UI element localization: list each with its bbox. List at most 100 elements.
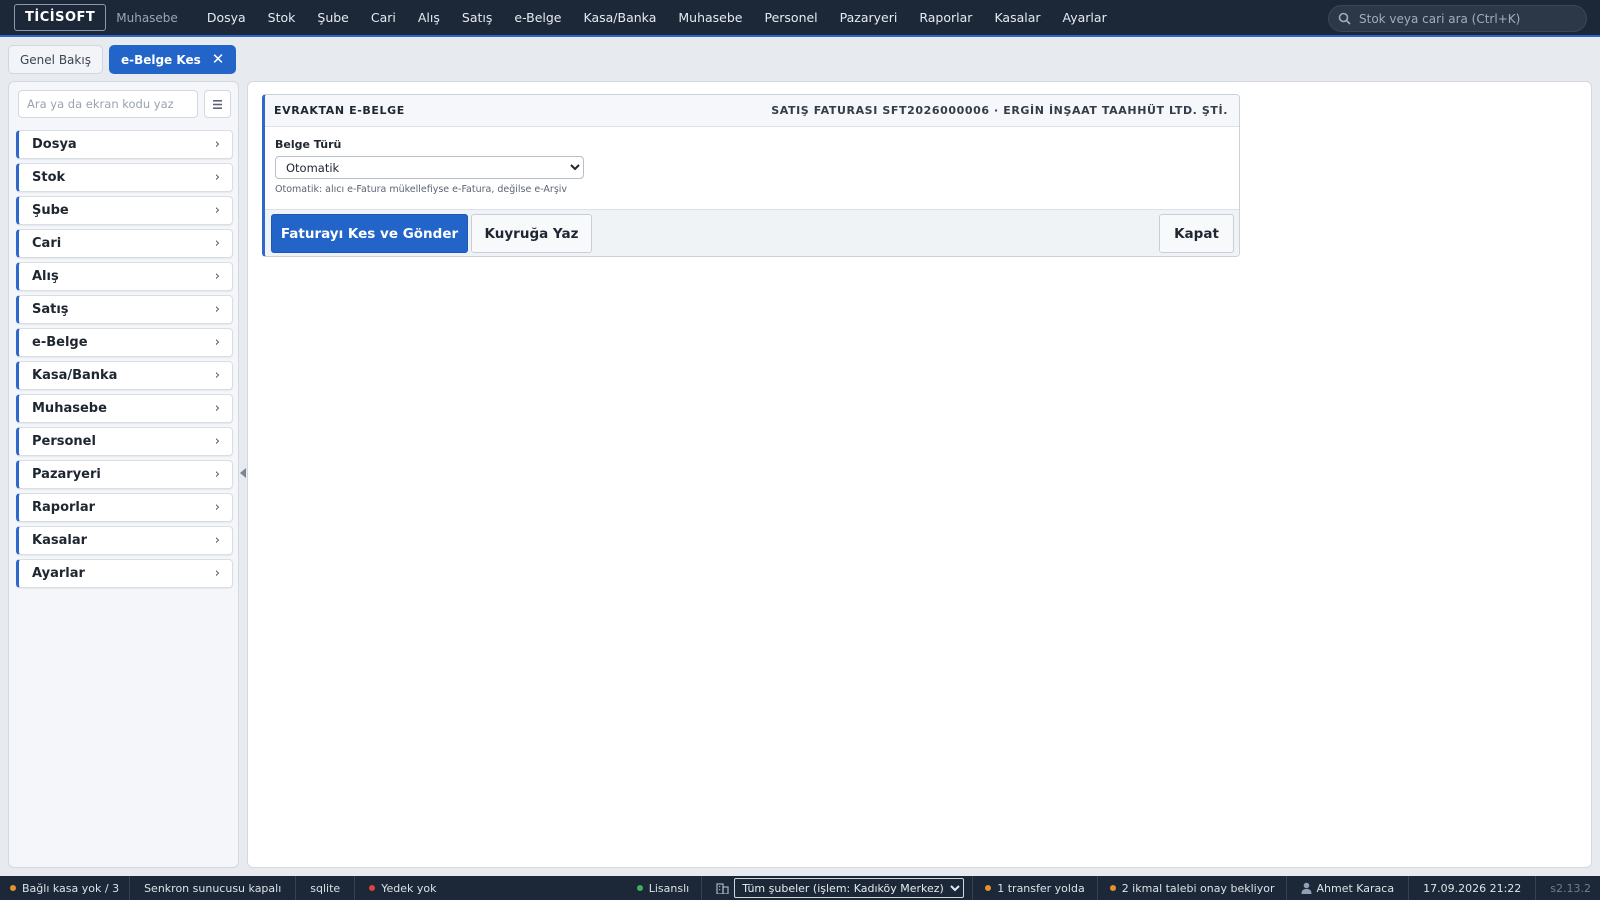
app-logo[interactable]: TİCİSOFT (14, 4, 107, 31)
sidebar-item-stok[interactable]: Stok › (16, 163, 233, 192)
main-content: EVRAKTAN E-BELGE SATIŞ FATURASI SFT20260… (247, 81, 1592, 868)
sidebar-item-dosya[interactable]: Dosya › (16, 130, 233, 159)
status-branch: Tüm şubeler (işlem: Kadıköy Merkez) (702, 876, 974, 900)
chevron-right-icon: › (214, 236, 220, 251)
topnav-item-satis[interactable]: Satış (451, 10, 503, 25)
status-license[interactable]: Lisanslı (625, 876, 703, 900)
chevron-right-icon: › (214, 335, 220, 350)
status-version-text: s2.13.2 (1550, 881, 1591, 895)
status-dot-icon (369, 885, 376, 891)
topnav-item-stok[interactable]: Stok (257, 10, 307, 25)
chevron-right-icon: › (214, 566, 220, 581)
belge-turu-select[interactable]: Otomatik (275, 156, 584, 179)
module-name: Muhasebe (116, 10, 178, 25)
sidebar-item-label: Kasalar (32, 533, 87, 548)
queue-button[interactable]: Kuyruğa Yaz (471, 214, 592, 253)
belge-turu-label: Belge Türü (275, 138, 342, 151)
e-belge-panel: EVRAKTAN E-BELGE SATIŞ FATURASI SFT20260… (262, 94, 1240, 257)
global-search-input[interactable] (1359, 11, 1579, 26)
status-transfer[interactable]: 1 transfer yolda (973, 876, 1098, 900)
sidebar-item-alis[interactable]: Alış › (16, 262, 233, 291)
topnav-item-muhasebe[interactable]: Muhasebe (667, 10, 753, 25)
tab-label: e-Belge Kes (120, 52, 201, 67)
sidebar-item-label: Personel (32, 434, 96, 449)
sidebar-item-label: Cari (32, 236, 62, 251)
sidebar-collapse-handle[interactable] (240, 468, 246, 478)
panel-body: Belge Türü Otomatik Otomatik: alıcı e-Fa… (265, 127, 1239, 209)
topnav-item-dosya[interactable]: Dosya (196, 10, 257, 25)
topnav-item-personel[interactable]: Personel (753, 10, 828, 25)
sidebar-item-label: Şube (32, 203, 69, 218)
status-transfer-text: 1 transfer yolda (997, 881, 1085, 895)
sidebar-item-muhasebe[interactable]: Muhasebe › (16, 394, 233, 423)
sidebar-menu: Dosya › Stok › Şube › Cari › Alış › Satış › e-… (16, 130, 233, 592)
document-reference: SATIŞ FATURASI SFT2026000006 · ERGİN İNŞ… (771, 104, 1228, 117)
status-license-text: Lisanslı (648, 881, 690, 895)
tab-genel-bakis[interactable]: Genel Bakış (8, 45, 103, 74)
status-ikmal-text: 2 ikmal talebi onay bekliyor (1121, 881, 1275, 895)
sidebar: Dosya › Stok › Şube › Cari › Alış › Satış › e-… (8, 81, 239, 868)
topnav-item-sube[interactable]: Şube (306, 10, 359, 25)
tab-e-belge-kes[interactable]: e-Belge Kes ✕ (108, 45, 237, 74)
panel-header: EVRAKTAN E-BELGE SATIŞ FATURASI SFT20260… (265, 95, 1239, 127)
topnav-item-e-belge[interactable]: e-Belge (503, 10, 572, 25)
topnav-item-pazaryeri[interactable]: Pazaryeri (829, 10, 909, 25)
topnav-item-alis[interactable]: Alış (407, 10, 451, 25)
sidebar-item-label: e-Belge (32, 335, 88, 350)
sidebar-item-kasalar[interactable]: Kasalar › (16, 526, 233, 555)
status-version: s2.13.2 (1536, 876, 1600, 900)
global-search[interactable] (1328, 5, 1587, 32)
sidebar-item-label: Satış (32, 302, 69, 317)
sidebar-item-label: Kasa/Banka (32, 368, 118, 383)
chevron-right-icon: › (214, 368, 220, 383)
sidebar-item-e-belge[interactable]: e-Belge › (16, 328, 233, 357)
sidebar-item-kasa-banka[interactable]: Kasa/Banka › (16, 361, 233, 390)
topnav-item-raporlar[interactable]: Raporlar (908, 10, 983, 25)
chevron-right-icon: › (214, 434, 220, 449)
status-user-text: Ahmet Karaca (1316, 881, 1395, 895)
sidebar-item-pazaryeri[interactable]: Pazaryeri › (16, 460, 233, 489)
screen-list-button[interactable] (204, 90, 231, 118)
status-dot-icon (1109, 885, 1116, 891)
issue-and-send-button[interactable]: Faturayı Kes ve Gönder (271, 214, 468, 253)
status-dot-icon (985, 885, 992, 891)
sidebar-search-input[interactable] (18, 90, 198, 118)
status-dot-icon (10, 885, 16, 891)
status-ikmal[interactable]: 2 ikmal talebi onay bekliyor (1098, 876, 1288, 900)
status-db: sqlite (296, 876, 356, 900)
belge-turu-hint: Otomatik: alıcı e-Fatura mükellefiyse e-… (275, 184, 568, 195)
chevron-right-icon: › (214, 170, 220, 185)
user-icon (1301, 882, 1312, 894)
status-datetime-text: 17.09.2026 21:22 (1423, 881, 1522, 895)
sidebar-item-raporlar[interactable]: Raporlar › (16, 493, 233, 522)
status-sync-text: Senkron sunucusu kapalı (144, 881, 282, 895)
sidebar-item-satis[interactable]: Satış › (16, 295, 233, 324)
status-sync[interactable]: Senkron sunucusu kapalı (130, 876, 297, 900)
close-icon[interactable]: ✕ (212, 52, 225, 67)
topnav-item-cari[interactable]: Cari (360, 10, 407, 25)
topnav-item-kasa-banka[interactable]: Kasa/Banka (573, 10, 668, 25)
status-bar: Bağlı kasa yok / 3 Senkron sunucusu kapa… (0, 876, 1600, 900)
topnav-item-kasalar[interactable]: Kasalar (983, 10, 1051, 25)
sidebar-item-label: Alış (32, 269, 59, 284)
topnav-item-ayarlar[interactable]: Ayarlar (1052, 10, 1118, 25)
sidebar-item-label: Raporlar (32, 500, 96, 515)
status-kasa-text: Bağlı kasa yok / 3 (22, 881, 120, 895)
panel-footer: Faturayı Kes ve Gönder Kuyruğa Yaz Kapat (265, 209, 1239, 256)
sidebar-item-ayarlar[interactable]: Ayarlar › (16, 559, 233, 588)
sidebar-item-personel[interactable]: Personel › (16, 427, 233, 456)
sidebar-item-label: Pazaryeri (32, 467, 101, 482)
status-user[interactable]: Ahmet Karaca (1287, 876, 1410, 900)
close-button[interactable]: Kapat (1159, 214, 1234, 253)
sidebar-item-cari[interactable]: Cari › (16, 229, 233, 258)
status-kasa[interactable]: Bağlı kasa yok / 3 (0, 876, 131, 900)
sidebar-item-label: Dosya (32, 137, 77, 152)
building-icon (716, 883, 729, 894)
chevron-right-icon: › (214, 533, 220, 548)
sidebar-item-sube[interactable]: Şube › (16, 196, 233, 225)
sidebar-item-label: Muhasebe (32, 401, 107, 416)
status-backup[interactable]: Yedek yok (355, 876, 450, 900)
panel-title: EVRAKTAN E-BELGE (274, 104, 405, 117)
chevron-right-icon: › (214, 401, 220, 416)
branch-select[interactable]: Tüm şubeler (işlem: Kadıköy Merkez) (734, 878, 965, 898)
